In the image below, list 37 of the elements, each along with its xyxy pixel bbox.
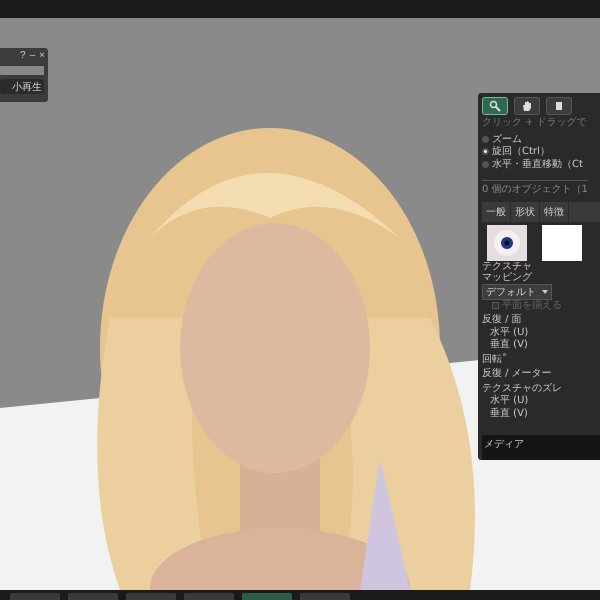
texture-label: テクスチャ xyxy=(482,260,532,272)
input-field[interactable] xyxy=(0,66,44,75)
toolbar-button[interactable] xyxy=(242,593,292,600)
title-bar-button[interactable]: – xyxy=(28,50,36,62)
field-label: 水平 (U) xyxy=(490,326,528,338)
title-bar-button[interactable]: × xyxy=(38,50,46,62)
section-label: 回転˚ xyxy=(482,354,507,365)
field-label: 垂直 (V) xyxy=(490,339,528,350)
media-section: メディア xyxy=(482,434,600,460)
radio-option[interactable]: 旋回（Ctrl） xyxy=(482,146,583,158)
radio-option[interactable]: ズーム xyxy=(482,134,583,145)
tool-button[interactable] xyxy=(546,97,572,115)
object-count: 0 個のオブジェクト（1 xyxy=(482,180,588,196)
toolbar-button[interactable] xyxy=(68,593,118,600)
caret-icon xyxy=(542,290,548,294)
toolbar-button[interactable] xyxy=(10,593,60,600)
magnifier-icon xyxy=(489,100,501,112)
field-label: 垂直 (V) xyxy=(490,408,528,419)
section-label: 反復 / メーター xyxy=(482,368,552,380)
toolbar-button[interactable] xyxy=(184,593,234,600)
mapping-dropdown[interactable]: デフォルト xyxy=(482,284,552,300)
tool-icon xyxy=(555,100,563,112)
section-label: 反復 / 面 xyxy=(482,314,522,326)
toolbar-button[interactable] xyxy=(300,593,350,600)
title-bar-button[interactable]: ? xyxy=(19,50,27,62)
radio-option[interactable]: 水平・垂直移動（Ct xyxy=(482,158,583,170)
hand-tool-button[interactable] xyxy=(514,97,540,115)
hint-text: クリック + ドラッグで xyxy=(482,117,587,128)
play-button[interactable]: 小再生 xyxy=(0,79,44,94)
color-swatch[interactable] xyxy=(542,224,582,260)
field-label: 水平 (U) xyxy=(490,395,528,406)
texture-swatch[interactable] xyxy=(487,224,527,260)
zoom-tool-button[interactable] xyxy=(482,97,508,115)
hand-icon xyxy=(521,100,533,112)
toolbar-button[interactable] xyxy=(126,593,176,600)
mapping-label: マッピング xyxy=(482,272,532,284)
section-label: テクスチャのズレ xyxy=(482,382,562,394)
